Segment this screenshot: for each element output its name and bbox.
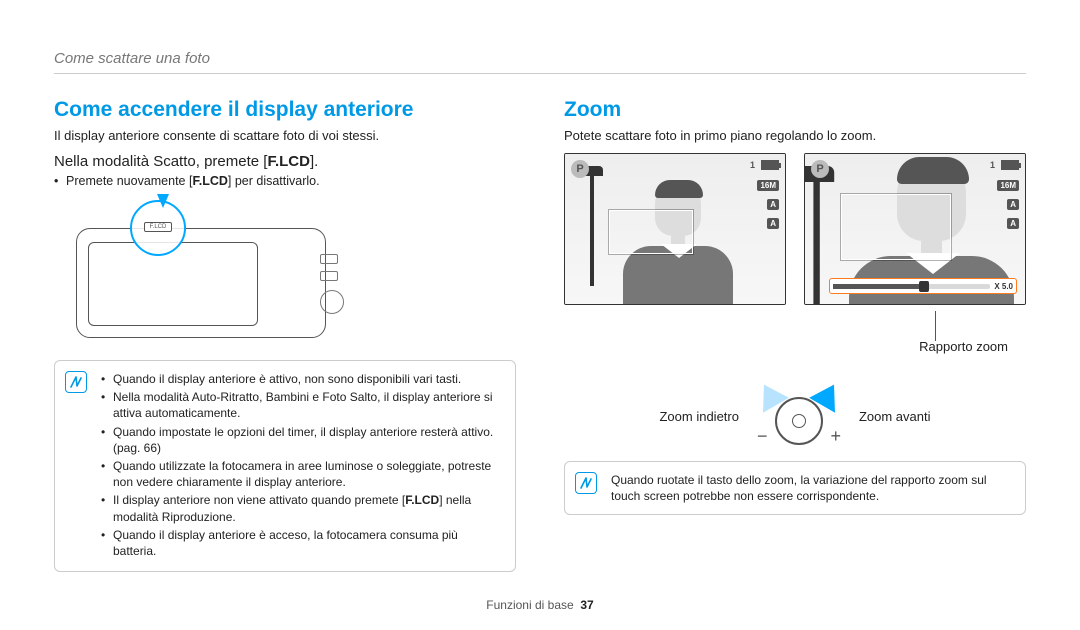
macro-auto-badge: A: [1007, 218, 1019, 229]
shots-remaining: 1: [990, 160, 995, 170]
mode-indicator: P: [571, 160, 589, 178]
left-column: Come accendere il display anteriore Il d…: [54, 98, 516, 572]
zoom-dial-illustration: − +: [749, 387, 849, 445]
subhead-suffix: ].: [310, 153, 318, 170]
shots-remaining: 1: [750, 160, 755, 170]
front-display-intro: Il display anteriore consente di scattar…: [54, 128, 516, 143]
breadcrumb: Come scattare una foto: [54, 50, 1026, 74]
flcd-arrow-icon: [157, 194, 169, 208]
zoom-out-label: Zoom indietro: [659, 409, 738, 424]
zoom-notebox: Quando ruotate il tasto dello zoom, la v…: [564, 461, 1026, 515]
macro-auto-badge: A: [767, 218, 779, 229]
zoom-intro: Potete scattare foto in primo piano rego…: [564, 128, 1026, 143]
footer-page-number: 37: [580, 598, 593, 612]
note-icon: [65, 371, 87, 393]
zoom-ring-icon: [775, 397, 823, 445]
right-column: Zoom Potete scattare foto in primo piano…: [564, 98, 1026, 572]
camera-illustration: F.LCD: [54, 198, 354, 346]
zoom-bar-track: [833, 284, 990, 289]
front-display-notebox: Quando il display anteriore è attivo, no…: [54, 360, 516, 572]
flcd-button: F.LCD: [144, 222, 172, 232]
zoom-preview-wide: P 1 16M A A: [564, 153, 786, 305]
footer-section: Funzioni di base: [486, 598, 573, 612]
mode-indicator: P: [811, 160, 829, 178]
battery-icon: [761, 160, 779, 170]
disable-note: Premete nuovamente [F.LCD] per disattiva…: [54, 174, 516, 188]
battery-icon: [1001, 160, 1019, 170]
note-item-6: Quando il display anteriore è acceso, la…: [101, 527, 503, 559]
zoom-note-text: Quando ruotate il tasto dello zoom, la v…: [611, 472, 1013, 504]
front-display-heading: Come accendere il display anteriore: [54, 98, 516, 122]
subhead-bold: F.LCD: [267, 153, 310, 170]
zoom-heading: Zoom: [564, 98, 1026, 122]
zoom-bar-knob: [919, 281, 929, 292]
camera-side-buttons: [320, 254, 344, 314]
zoom-bar: X 5.0: [829, 278, 1017, 294]
note-item-5: Il display anteriore non viene attivato …: [101, 492, 503, 524]
resolution-badge: 16M: [997, 180, 1019, 191]
note-item-1: Quando il display anteriore è attivo, no…: [101, 371, 503, 387]
note5-bold: F.LCD: [405, 493, 439, 507]
page-footer: Funzioni di base 37: [0, 598, 1080, 612]
note5-prefix: Il display anteriore non viene attivato …: [113, 493, 405, 507]
minus-icon: −: [757, 426, 768, 447]
note-item-4: Quando utilizzate la fotocamera in aree …: [101, 458, 503, 490]
zoom-in-label: Zoom avanti: [859, 409, 931, 424]
zoom-preview-tele: P 1 16M A A X 5.0: [804, 153, 1026, 305]
zoom-value: X 5.0: [994, 282, 1013, 291]
resolution-badge: 16M: [757, 180, 779, 191]
camera-rear-screen: [88, 242, 258, 326]
streetlamp-icon: [581, 166, 607, 286]
note-icon: [575, 472, 597, 494]
focus-frame-icon: [609, 210, 693, 254]
note-item-2: Nella modalità Auto-Ritratto, Bambini e …: [101, 389, 503, 421]
zoom-ratio-callout: Rapporto zoom: [564, 311, 1026, 341]
plus-icon: +: [830, 426, 841, 447]
hud-right-stack: 16M A A: [757, 180, 779, 229]
bullet1-prefix: Premete nuovamente [: [66, 174, 192, 188]
bullet1-suffix: ] per disattivarlo.: [228, 174, 320, 188]
focus-frame-icon: [841, 194, 951, 260]
note-item-3: Quando impostate le opzioni del timer, i…: [101, 424, 503, 456]
front-display-subhead: Nella modalità Scatto, premete [F.LCD].: [54, 153, 516, 170]
zoom-ratio-label: Rapporto zoom: [919, 339, 1008, 354]
subhead-prefix: Nella modalità Scatto, premete [: [54, 153, 267, 170]
flash-auto-badge: A: [767, 199, 779, 210]
battery-hud: 1: [750, 160, 779, 170]
battery-hud: 1: [990, 160, 1019, 170]
flash-auto-badge: A: [1007, 199, 1019, 210]
hud-right-stack: 16M A A: [997, 180, 1019, 229]
bullet1-bold: F.LCD: [192, 174, 227, 188]
